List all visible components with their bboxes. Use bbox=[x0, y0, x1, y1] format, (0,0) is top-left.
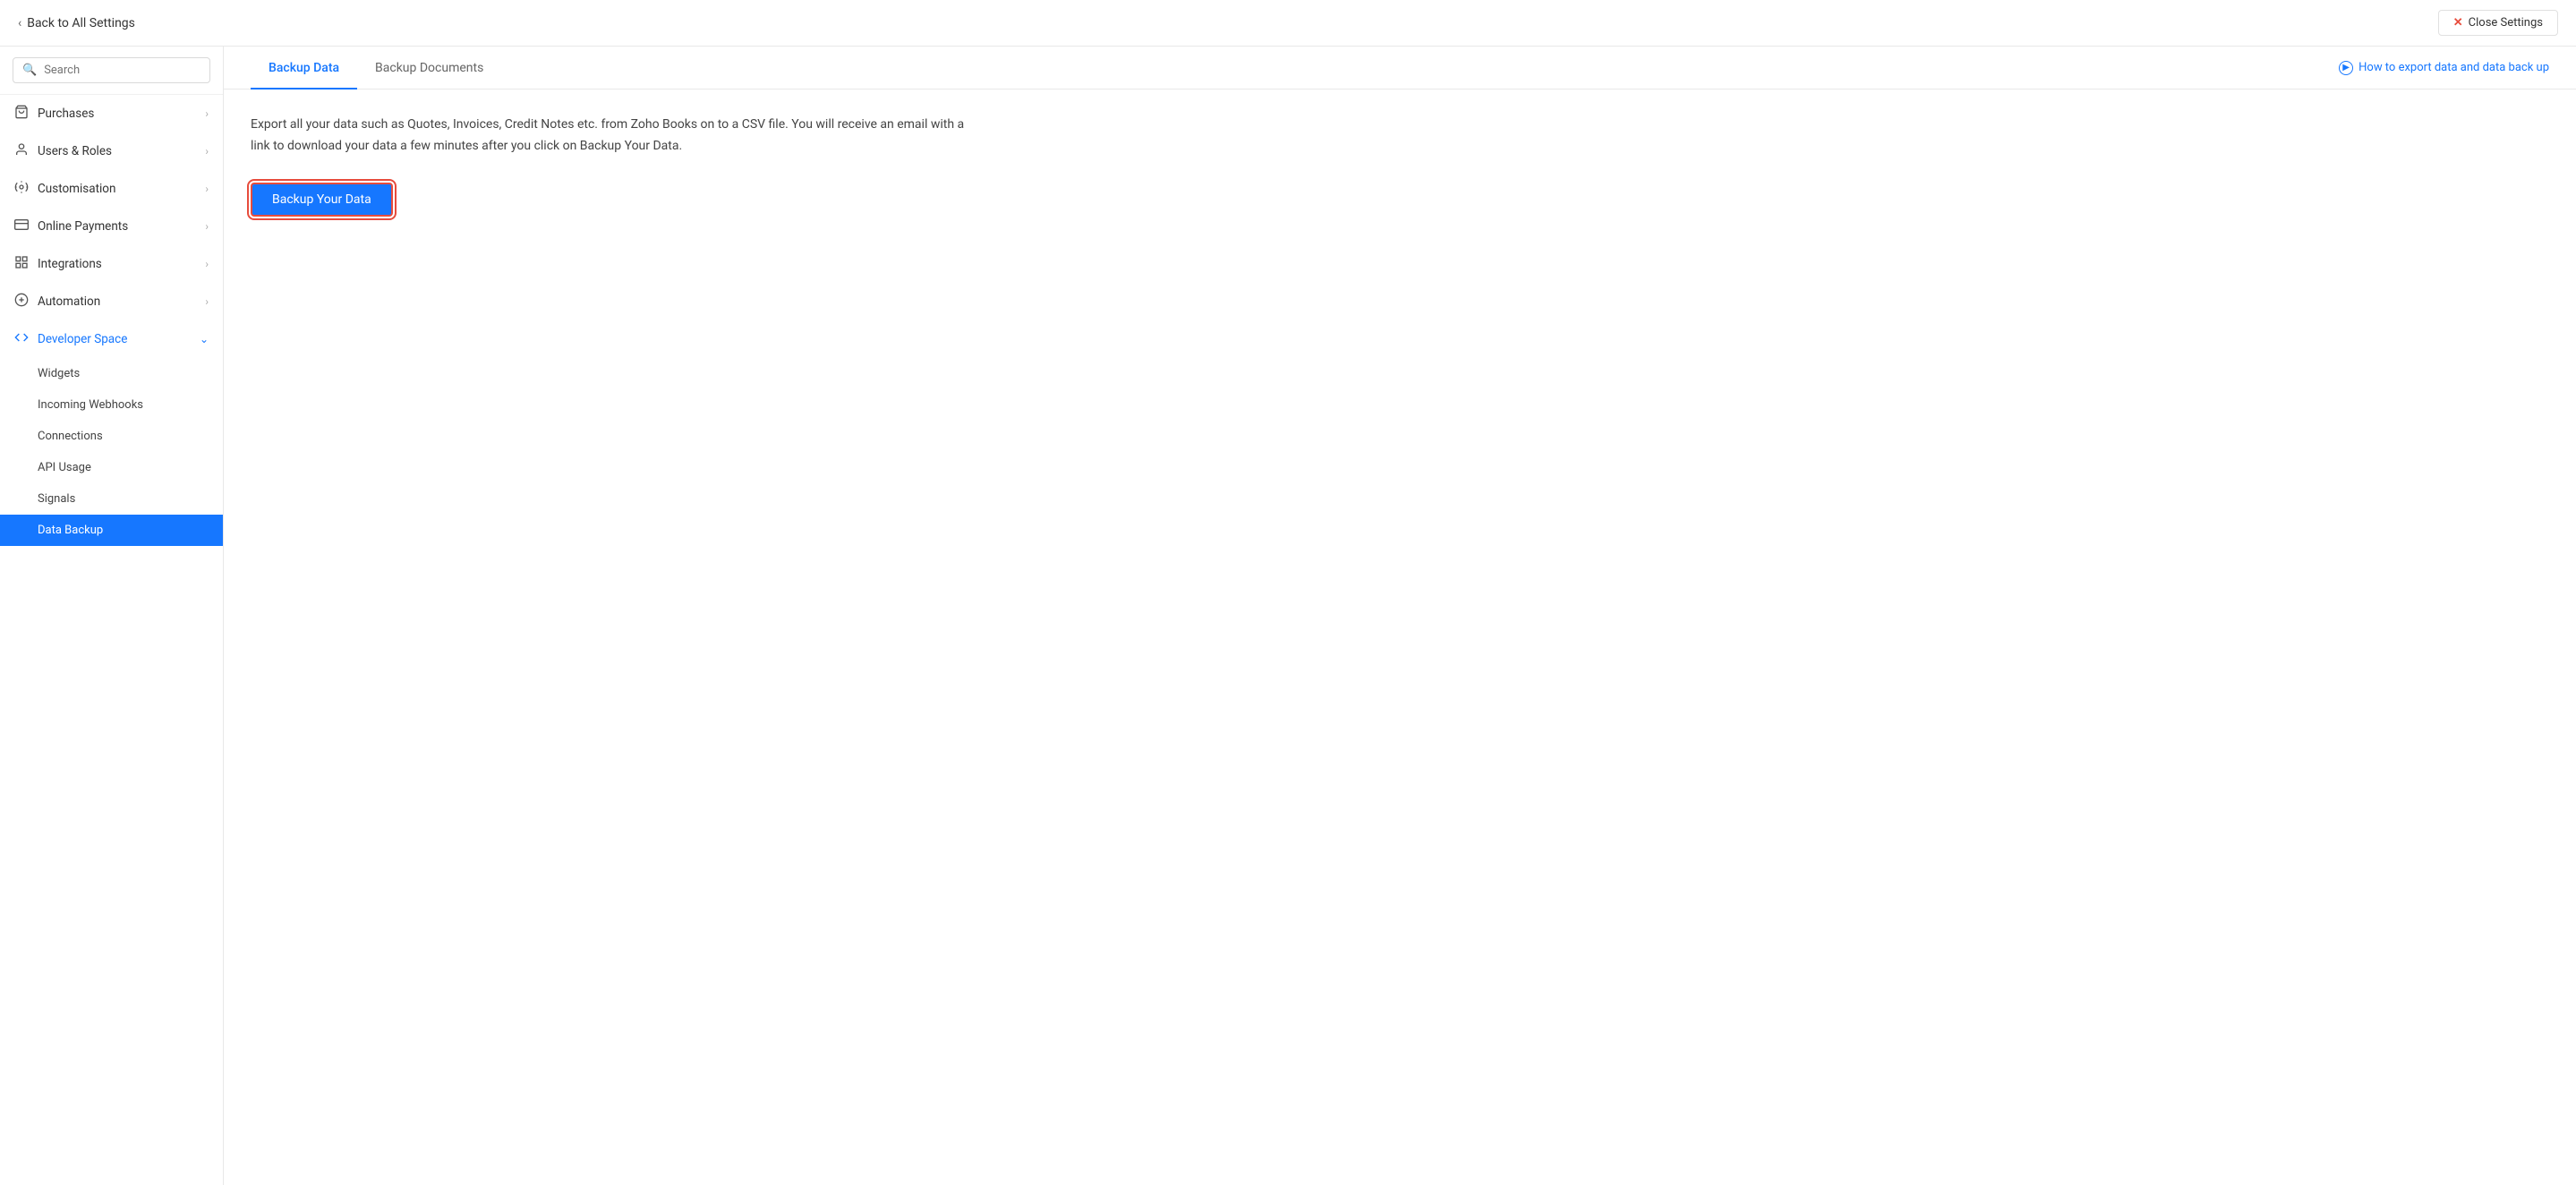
search-input-wrapper: 🔍 bbox=[13, 57, 210, 83]
plus-circle-icon bbox=[14, 293, 29, 311]
play-circle-icon: ▶ bbox=[2339, 61, 2353, 75]
app-container: ‹ Back to All Settings ✕ Close Settings … bbox=[0, 0, 2576, 1185]
how-to-link[interactable]: ▶ How to export data and data back up bbox=[2339, 61, 2549, 75]
grid-icon bbox=[14, 180, 29, 198]
tabs-header: Backup Data Backup Documents ▶ How to ex… bbox=[224, 47, 2576, 90]
back-label: Back to All Settings bbox=[27, 16, 135, 30]
incoming-webhooks-label: Incoming Webhooks bbox=[38, 398, 143, 412]
signals-label: Signals bbox=[38, 492, 75, 506]
search-icon: 🔍 bbox=[22, 64, 37, 77]
search-container: 🔍 bbox=[0, 47, 223, 95]
tab-backup-documents[interactable]: Backup Documents bbox=[357, 47, 501, 90]
sidebar-item-users-roles[interactable]: Users & Roles › bbox=[0, 132, 223, 170]
content-area: Backup Data Backup Documents ▶ How to ex… bbox=[224, 47, 2576, 1185]
sidebar-item-developer-space[interactable]: Developer Space ⌄ bbox=[0, 320, 223, 358]
integrations-label: Integrations bbox=[38, 257, 102, 271]
bag-icon bbox=[14, 105, 29, 123]
chevron-right-icon: › bbox=[205, 258, 209, 270]
online-payments-label: Online Payments bbox=[38, 219, 128, 234]
close-settings-button[interactable]: ✕ Close Settings bbox=[2438, 10, 2558, 36]
sidebar-sub-item-api-usage[interactable]: API Usage bbox=[0, 452, 223, 483]
top-bar: ‹ Back to All Settings ✕ Close Settings bbox=[0, 0, 2576, 47]
chevron-right-icon: › bbox=[205, 145, 209, 158]
box-icon bbox=[14, 255, 29, 273]
users-roles-label: Users & Roles bbox=[38, 144, 112, 158]
chevron-right-icon: › bbox=[205, 220, 209, 233]
connections-label: Connections bbox=[38, 430, 103, 443]
automation-label: Automation bbox=[38, 294, 100, 309]
widgets-label: Widgets bbox=[38, 367, 80, 380]
main-layout: 🔍 Purchases bbox=[0, 47, 2576, 1185]
sidebar-sub-item-incoming-webhooks[interactable]: Incoming Webhooks bbox=[0, 389, 223, 421]
chevron-right-icon: › bbox=[205, 183, 209, 195]
sidebar-item-online-payments[interactable]: Online Payments › bbox=[0, 208, 223, 245]
data-backup-label: Data Backup bbox=[38, 524, 103, 537]
api-usage-label: API Usage bbox=[38, 461, 91, 474]
code-icon bbox=[14, 330, 29, 348]
search-input[interactable] bbox=[44, 64, 200, 77]
chevron-left-icon: ‹ bbox=[18, 16, 21, 30]
sidebar-sub-item-connections[interactable]: Connections bbox=[0, 421, 223, 452]
sidebar: 🔍 Purchases bbox=[0, 47, 224, 1185]
developer-space-label: Developer Space bbox=[38, 332, 127, 346]
description-text: Export all your data such as Quotes, Inv… bbox=[251, 115, 985, 158]
x-icon: ✕ bbox=[2453, 16, 2463, 30]
person-icon bbox=[14, 142, 29, 160]
sidebar-item-purchases[interactable]: Purchases › bbox=[0, 95, 223, 132]
sidebar-item-automation[interactable]: Automation › bbox=[0, 283, 223, 320]
purchases-label: Purchases bbox=[38, 107, 94, 121]
chevron-down-icon: ⌄ bbox=[200, 333, 209, 345]
sidebar-item-integrations[interactable]: Integrations › bbox=[0, 245, 223, 283]
chevron-right-icon: › bbox=[205, 107, 209, 120]
sidebar-sub-item-data-backup[interactable]: Data Backup bbox=[0, 515, 223, 546]
backup-your-data-button[interactable]: Backup Your Data bbox=[251, 183, 393, 217]
back-to-settings-link[interactable]: ‹ Back to All Settings bbox=[18, 16, 135, 30]
sidebar-item-customisation[interactable]: Customisation › bbox=[0, 170, 223, 208]
close-settings-label: Close Settings bbox=[2469, 16, 2543, 30]
tab-backup-data[interactable]: Backup Data bbox=[251, 47, 357, 90]
content-body: Export all your data such as Quotes, Inv… bbox=[224, 90, 2576, 242]
sidebar-sub-item-signals[interactable]: Signals bbox=[0, 483, 223, 515]
customisation-label: Customisation bbox=[38, 182, 115, 196]
chevron-right-icon: › bbox=[205, 295, 209, 308]
card-icon bbox=[14, 217, 29, 235]
sidebar-nav: Purchases › Users & Roles bbox=[0, 95, 223, 1185]
how-to-text: How to export data and data back up bbox=[2358, 61, 2549, 74]
sidebar-sub-item-widgets[interactable]: Widgets bbox=[0, 358, 223, 389]
tabs-left: Backup Data Backup Documents bbox=[251, 47, 501, 89]
